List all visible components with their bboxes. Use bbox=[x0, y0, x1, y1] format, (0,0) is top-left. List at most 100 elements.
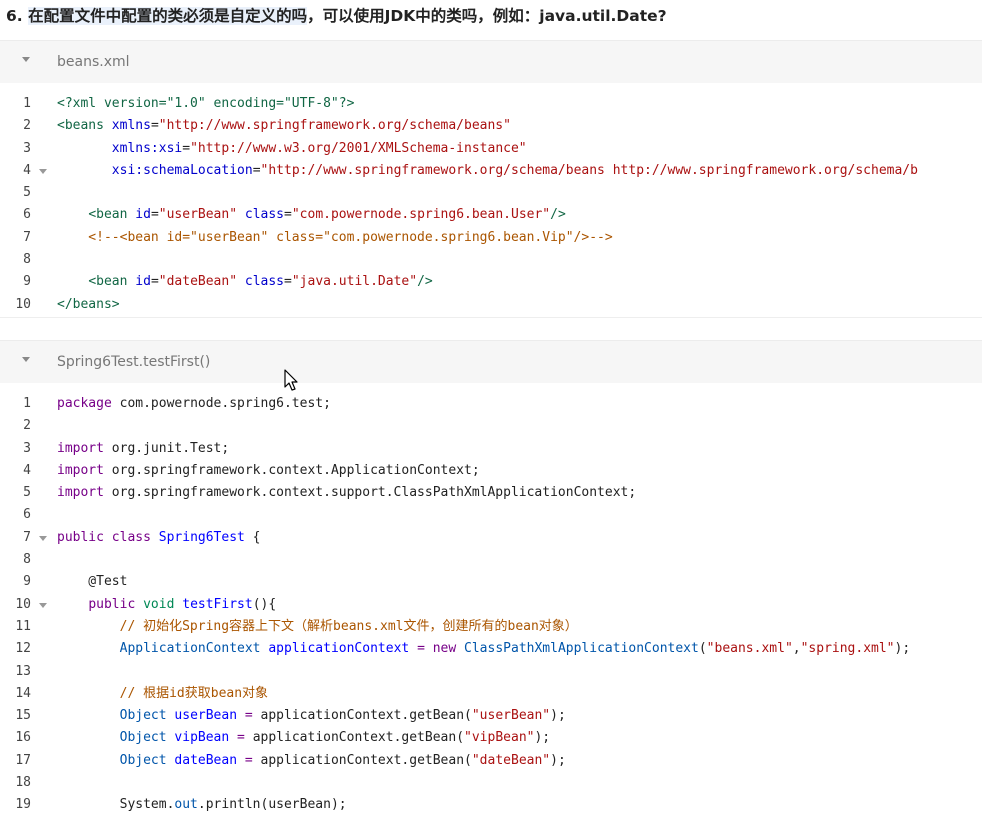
code-line-content: ApplicationContext applicationContext = … bbox=[57, 638, 911, 660]
code-block-header-spring6test[interactable]: Spring6Test.testFirst() bbox=[0, 340, 982, 383]
code-token: ); bbox=[534, 730, 551, 746]
collapse-caret-icon[interactable] bbox=[22, 57, 30, 62]
code-token: System. bbox=[57, 797, 175, 813]
code-token: @Test bbox=[57, 574, 128, 590]
code-line: 3 import org.junit.Test; bbox=[0, 438, 982, 460]
code-token: "dateBean" bbox=[471, 752, 551, 768]
line-number: 2 bbox=[23, 418, 31, 434]
line-number: 13 bbox=[15, 663, 31, 679]
code-token: "http://www.w3.org/2001/XMLSchema-instan… bbox=[190, 140, 527, 156]
fold-arrow-icon[interactable] bbox=[39, 168, 47, 174]
code-block-title: Spring6Test.testFirst() bbox=[57, 354, 211, 370]
code-token: <bean bbox=[88, 207, 136, 223]
code-line: 6 bbox=[0, 504, 982, 526]
code-line-content: import org.springframework.context.suppo… bbox=[57, 482, 636, 504]
code-token: class bbox=[111, 529, 151, 545]
code-line-content: <?xml version="1.0" encoding="UTF-8"?> bbox=[57, 93, 354, 115]
code-line: 10 </beans> bbox=[0, 294, 982, 316]
code-line-content: System.out.println(userBean); bbox=[57, 794, 347, 813]
code-line: 11 // 初始化Spring容器上下文（解析beans.xml文件，创建所有的… bbox=[0, 616, 982, 638]
line-number: 5 bbox=[23, 185, 31, 201]
code-token: <!--<bean id="userBean" class="com.power… bbox=[57, 229, 613, 245]
code-token: void bbox=[143, 596, 175, 612]
code-token: "com.powernode.spring6.bean.User" bbox=[291, 207, 551, 223]
code-token: Object bbox=[119, 752, 167, 768]
fold-arrow-icon[interactable] bbox=[39, 602, 47, 608]
code-line-content: xsi:schemaLocation="http://www.springfra… bbox=[57, 160, 918, 182]
line-number: 1 bbox=[23, 396, 31, 411]
line-number: 6 bbox=[23, 507, 31, 523]
line-number: 4 bbox=[23, 162, 31, 178]
code-line: 5 bbox=[0, 182, 982, 204]
code-line-content: <bean id="userBean" class="com.powernode… bbox=[57, 204, 566, 226]
code-line-content: public void testFirst(){ bbox=[57, 594, 276, 616]
code-block-header-beans-xml[interactable]: beans.xml bbox=[0, 40, 982, 83]
code-token: import bbox=[57, 440, 104, 456]
code-line-content: @Test bbox=[57, 571, 127, 593]
code-token: = bbox=[150, 207, 159, 223]
fold-arrow-icon[interactable] bbox=[39, 535, 47, 541]
line-number: 7 bbox=[23, 229, 31, 245]
code-token: .println(userBean); bbox=[197, 797, 347, 813]
code-token: com.powernode.spring6.test; bbox=[111, 396, 331, 411]
code-token: public bbox=[88, 596, 136, 612]
code-token: /> bbox=[550, 207, 566, 223]
code-token: ClassPathXmlApplicationContext bbox=[464, 641, 699, 657]
line-number: 9 bbox=[23, 574, 31, 590]
line-number: 8 bbox=[23, 252, 31, 268]
code-token: xmlns:xsi bbox=[111, 140, 183, 156]
code-line: 4 import org.springframework.context.Appl… bbox=[0, 460, 982, 482]
code-line-content: Object userBean = applicationContext.get… bbox=[57, 705, 566, 727]
code-token: dateBean bbox=[174, 752, 238, 768]
line-number: 10 bbox=[15, 296, 31, 312]
code-line: 4 xsi:schemaLocation="http://www.springf… bbox=[0, 160, 982, 182]
code-line-content: xmlns:xsi="http://www.w3.org/2001/XMLSch… bbox=[57, 138, 527, 160]
code-block-spring6test: 1 package com.powernode.spring6.test; 2 3 im… bbox=[0, 393, 982, 813]
code-token: org.springframework.context.ApplicationC… bbox=[103, 462, 480, 478]
code-token: // 初始化Spring容器上下文（解析beans.xml文件，创建所有的bea… bbox=[57, 618, 578, 634]
code-token: <beans bbox=[57, 118, 112, 134]
code-line: 10 public void testFirst(){ bbox=[0, 594, 982, 616]
code-token: (){ bbox=[252, 596, 277, 612]
code-token: vipBean bbox=[174, 730, 230, 746]
code-token: "spring.xml" bbox=[800, 641, 895, 657]
code-token: "dateBean" bbox=[158, 274, 238, 290]
code-line: 8 bbox=[0, 549, 982, 571]
code-token: import bbox=[57, 462, 104, 478]
line-number: 18 bbox=[15, 775, 31, 791]
code-token: "userBean" bbox=[471, 708, 551, 724]
code-token: xsi:schemaLocation bbox=[111, 162, 253, 178]
code-line-content: <!--<bean id="userBean" class="com.power… bbox=[57, 227, 613, 249]
line-number: 16 bbox=[15, 730, 31, 746]
code-token: "userBean" bbox=[158, 207, 238, 223]
code-token: <bean bbox=[88, 274, 136, 290]
question-text: ，可以使用JDK中的类吗，例如：java.util.Date? bbox=[307, 7, 667, 25]
code-token: out bbox=[174, 797, 198, 813]
line-number: 11 bbox=[15, 618, 31, 634]
code-token: id bbox=[135, 274, 151, 290]
mouse-cursor-icon bbox=[284, 369, 298, 391]
code-line: 15 Object userBean = applicationContext.… bbox=[0, 705, 982, 727]
code-line-content: // 初始化Spring容器上下文（解析beans.xml文件，创建所有的bea… bbox=[57, 616, 578, 638]
code-token: ApplicationContext bbox=[119, 641, 261, 657]
code-line-content: import org.springframework.context.Appli… bbox=[57, 460, 480, 482]
code-line-content: // 根据id获取bean对象 bbox=[57, 683, 268, 705]
code-token: Spring6Test bbox=[158, 529, 245, 545]
code-token: org.junit.Test; bbox=[103, 440, 230, 456]
code-line: 19 System.out.println(userBean); bbox=[0, 794, 982, 813]
code-token: new bbox=[432, 641, 457, 657]
line-number: 3 bbox=[23, 140, 31, 156]
question-number: 6. bbox=[6, 7, 23, 25]
code-block-title: beans.xml bbox=[57, 54, 130, 70]
line-number: 7 bbox=[23, 529, 31, 545]
collapse-caret-icon[interactable] bbox=[22, 357, 30, 362]
